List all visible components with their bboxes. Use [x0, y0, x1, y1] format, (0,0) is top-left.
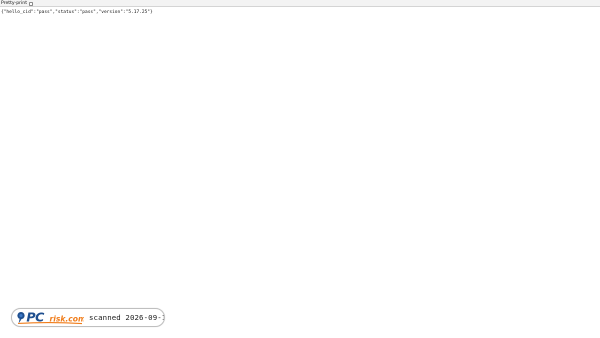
- scan-date-text: scanned 2026-09-18: [89, 313, 165, 322]
- pretty-print-control[interactable]: Pretty-print: [1, 0, 33, 7]
- logo-secondary-text: risk.com: [50, 315, 85, 324]
- logo-primary-text: PC: [26, 310, 45, 325]
- pretty-print-checkbox[interactable]: [29, 1, 33, 6]
- pcrisk-scan-badge[interactable]: PC risk.com scanned 2026-09-18: [11, 308, 165, 327]
- pretty-print-label: Pretty-print: [1, 0, 27, 6]
- toolbar: Pretty-print: [0, 0, 600, 7]
- pcrisk-logo-icon: PC risk.com: [17, 310, 85, 325]
- pcrisk-logo: PC risk.com: [12, 309, 84, 326]
- json-response-text: {"hello_cid":"pass","status":"pass","ver…: [1, 10, 153, 15]
